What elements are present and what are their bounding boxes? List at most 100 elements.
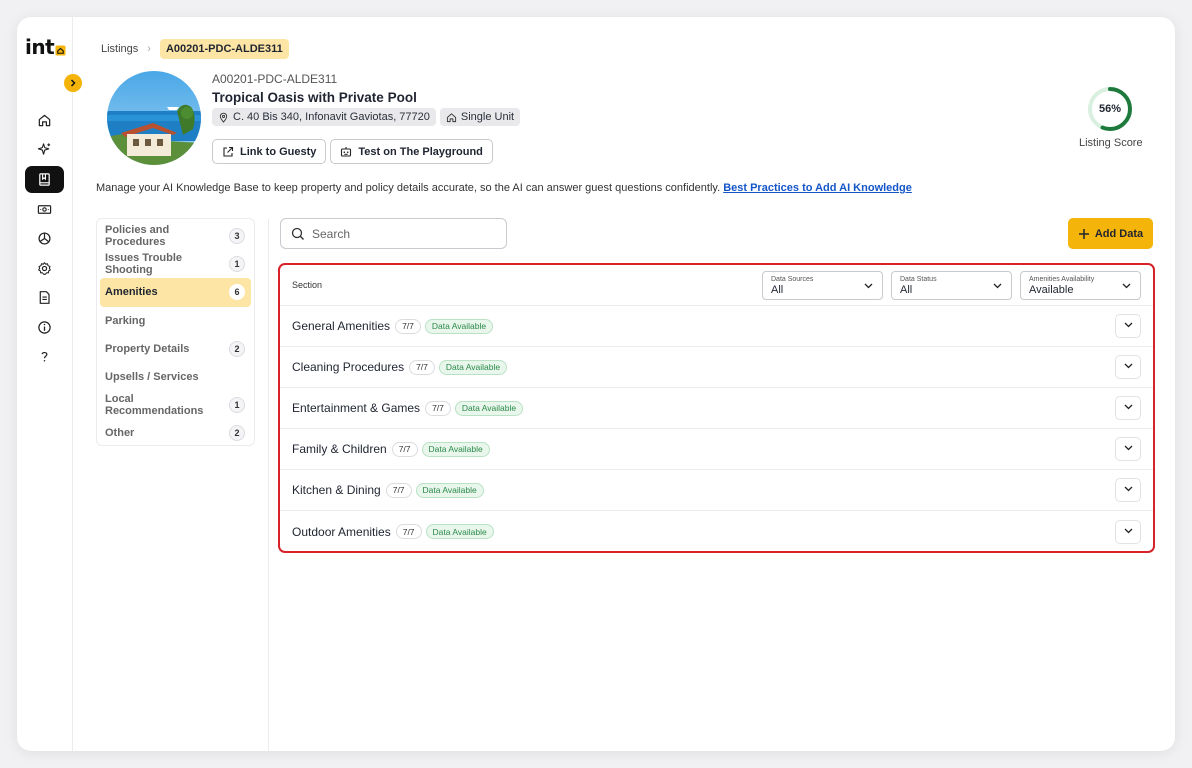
chevron-down-icon — [1123, 319, 1134, 333]
nav-settings[interactable] — [25, 255, 64, 282]
filter-label: Amenities Availability — [1029, 275, 1095, 283]
nav-home[interactable] — [25, 107, 64, 134]
link-to-guesty-button[interactable]: Link to Guesty — [212, 139, 327, 164]
filter-select[interactable]: Data Status All — [891, 270, 1012, 300]
table-row[interactable]: Entertainment & Games 7/7 Data Available — [280, 388, 1153, 429]
best-practices-link[interactable]: Best Practices to Add AI Knowledge — [723, 182, 912, 194]
listing-code: A00201-PDC-ALDE311 — [212, 72, 338, 86]
row-status-badge: Data Available — [415, 482, 484, 498]
breadcrumb-listings-link[interactable]: Listings — [101, 43, 138, 55]
row-status-badge: Data Available — [421, 441, 490, 457]
filter-value: All — [900, 283, 913, 296]
filter-value: Available — [1029, 283, 1074, 296]
score-label: Listing Score — [1079, 137, 1143, 149]
filter-value: All — [771, 283, 784, 296]
nav-analytics[interactable] — [25, 225, 64, 252]
category-item[interactable]: Upsells / Services — [100, 363, 251, 391]
document-icon — [39, 291, 50, 304]
category-label: Amenities — [105, 286, 158, 299]
table-row[interactable]: Kitchen & Dining 7/7 Data Available — [280, 470, 1153, 511]
listing-title: Tropical Oasis with Private Pool — [212, 90, 417, 105]
category-nav: Policies and Procedures 3 Issues Trouble S… — [96, 218, 255, 446]
nav-documents[interactable] — [25, 284, 64, 311]
category-label: Parking — [105, 314, 146, 327]
breadcrumb: Listings › A00201-PDC-ALDE311 — [101, 39, 289, 59]
home-icon — [38, 114, 51, 127]
help-icon — [41, 351, 48, 362]
row-title: Outdoor Amenities — [292, 524, 391, 539]
category-item[interactable]: Other 2 — [100, 419, 251, 447]
row-expand-button[interactable] — [1115, 314, 1141, 338]
filter-group: Data Sources All Data Status All Amenities A… — [754, 270, 1141, 300]
nav-knowledge[interactable] — [25, 166, 64, 193]
chevron-down-icon — [1123, 360, 1134, 374]
table-row[interactable]: General Amenities 7/7 Data Available — [280, 306, 1153, 347]
table-row[interactable]: Cleaning Procedures 7/7 Data Available — [280, 347, 1153, 388]
row-count-badge: 7/7 — [425, 400, 451, 416]
score-ring: 56% — [1086, 85, 1134, 133]
logo-house-icon — [55, 37, 66, 61]
search-icon — [291, 227, 304, 240]
house-icon — [446, 112, 456, 122]
category-item[interactable]: Policies and Procedures 3 — [100, 222, 251, 250]
category-label: Policies and Procedures — [105, 224, 170, 249]
table-row[interactable]: Outdoor Amenities 7/7 Data Available — [280, 511, 1153, 551]
listing-photo — [107, 71, 201, 165]
category-item[interactable]: Parking — [100, 307, 251, 335]
filter-label: Data Status — [900, 275, 937, 283]
plus-icon — [1078, 228, 1089, 239]
info-icon — [38, 321, 51, 334]
search-input[interactable] — [312, 226, 482, 241]
robot-icon — [341, 146, 352, 157]
chevron-down-icon — [863, 280, 874, 294]
nav-info[interactable] — [25, 314, 64, 341]
row-status-badge: Data Available — [425, 524, 494, 539]
content-divider — [268, 219, 269, 751]
category-count-badge: 1 — [229, 256, 245, 273]
table-body: General Amenities 7/7 Data Available Cleani… — [280, 306, 1153, 551]
category-item[interactable]: Amenities 6 — [100, 278, 251, 307]
row-count-badge: 7/7 — [385, 482, 412, 498]
money-icon — [37, 205, 52, 214]
row-expand-button[interactable] — [1115, 396, 1141, 420]
score-value: 56% — [1098, 103, 1122, 115]
row-count-badge: 7/7 — [395, 524, 422, 539]
row-count-badge: 7/7 — [409, 359, 435, 375]
table-header: Section Data Sources All Data Status All Ame… — [280, 265, 1153, 306]
filter-select[interactable]: Data Sources All — [762, 270, 883, 300]
row-expand-button[interactable] — [1115, 519, 1141, 544]
row-count-badge: 7/7 — [391, 441, 418, 457]
category-item[interactable]: Property Details 2 — [100, 335, 251, 363]
external-link-icon — [223, 146, 234, 157]
category-item[interactable]: Issues Trouble Shooting 1 — [100, 250, 251, 278]
search-box[interactable] — [280, 218, 507, 249]
intro-text-row: Manage your AI Knowledge Base to keep pr… — [96, 182, 912, 194]
filter-select[interactable]: Amenities Availability Available — [1020, 270, 1141, 300]
row-title: Cleaning Procedures — [292, 360, 405, 374]
row-status-badge: Data Available — [424, 318, 494, 334]
row-expand-button[interactable] — [1115, 355, 1141, 379]
nav-finance[interactable] — [25, 196, 64, 223]
nav-ai[interactable] — [25, 136, 64, 163]
nav-help[interactable] — [25, 343, 64, 370]
address-text: C. 40 Bis 340, Infonavit Gaviotas, 77720 — [233, 111, 430, 123]
link-to-guesty-label: Link to Guesty — [240, 145, 317, 158]
test-playground-button[interactable]: Test on The Playground — [330, 139, 493, 164]
section-header: Section — [292, 280, 323, 290]
category-label: Other — [105, 427, 135, 440]
unit-type-text: Single Unit — [460, 111, 515, 123]
category-label: Property Details — [105, 342, 190, 355]
category-item[interactable]: Local Recommendations 1 — [100, 391, 251, 419]
add-data-button[interactable]: Add Data — [1068, 218, 1153, 249]
breadcrumb-current: A00201-PDC-ALDE311 — [159, 39, 289, 59]
chevron-down-icon — [1123, 401, 1134, 415]
chevron-down-icon — [1123, 483, 1134, 497]
sidebar-expand-button[interactable] — [64, 74, 82, 92]
table-row[interactable]: Family & Children 7/7 Data Available — [280, 429, 1153, 470]
book-icon — [39, 173, 50, 186]
breadcrumb-chevron-icon: › — [147, 43, 151, 55]
unit-type-tag: Single Unit — [439, 108, 521, 126]
chevron-down-icon — [1123, 442, 1134, 456]
row-expand-button[interactable] — [1115, 437, 1141, 461]
row-expand-button[interactable] — [1115, 478, 1141, 502]
